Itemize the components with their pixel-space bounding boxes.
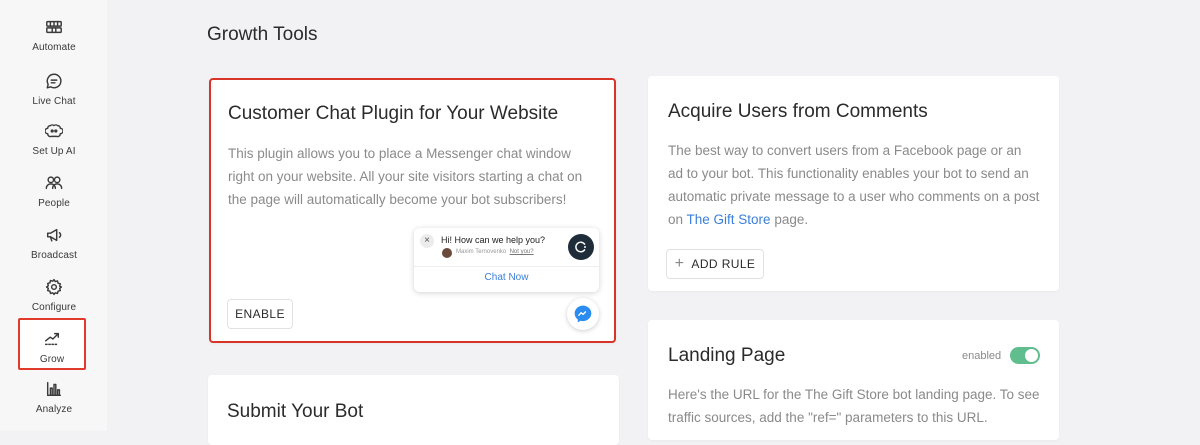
sidebar-item-label: Live Chat: [32, 96, 76, 107]
page-title: Growth Tools: [207, 24, 318, 45]
messenger-logo: [574, 305, 592, 323]
card-title: Submit Your Bot: [227, 401, 364, 422]
sidebar-item-label: Automate: [32, 42, 76, 53]
sidebar-item-automate[interactable]: Automate: [20, 18, 88, 66]
card-title: Customer Chat Plugin for Your Website: [228, 103, 559, 124]
ai-brain-icon: [45, 124, 63, 138]
chat-bubble-icon: [46, 73, 62, 89]
card-description: The best way to convert users from a Fac…: [668, 139, 1040, 231]
card-description: This plugin allows you to place a Messen…: [228, 146, 583, 207]
plus-icon: +: [674, 255, 685, 272]
sidebar-item-label: Broadcast: [31, 250, 77, 261]
gear-icon: [45, 278, 63, 296]
sidebar-item-label: Configure: [31, 302, 77, 313]
chat-widget-preview: × Hi! How can we help you? Maxim Ternove…: [414, 228, 599, 292]
close-icon: ×: [420, 234, 434, 248]
chat-greeting: Hi! How can we help you?: [441, 235, 546, 245]
card-title: Landing Page: [668, 345, 786, 366]
avatar: [442, 248, 452, 258]
sidebar-item-label: Set Up AI: [32, 146, 76, 157]
people-icon: [45, 176, 63, 190]
agent-name: Maxim Ternovenko: [456, 249, 507, 255]
acquire-users-card: Acquire Users from Comments The best way…: [648, 76, 1059, 291]
sidebar-item-label: Grow: [39, 354, 65, 365]
sidebar-item-label: Analyze: [35, 404, 73, 415]
enable-button[interactable]: ENABLE: [227, 299, 293, 329]
sidebar-item-broadcast[interactable]: Broadcast: [20, 226, 88, 274]
chat-agent-meta: Maxim Ternovenko Not you?: [456, 249, 534, 255]
sidebar: Automate Live Chat Set Up AI People Broa…: [0, 0, 107, 431]
sidebar-item-people[interactable]: People: [20, 174, 88, 222]
sidebar-item-grow[interactable]: Grow: [18, 318, 86, 370]
submit-bot-card: Submit Your Bot: [208, 375, 619, 445]
messenger-icon: [567, 298, 599, 330]
sidebar-item-analyze[interactable]: Analyze: [20, 380, 88, 428]
grow-chart-icon: [44, 332, 60, 346]
sidebar-item-label: People: [38, 198, 70, 209]
enabled-toggle[interactable]: [1010, 347, 1040, 364]
page-link[interactable]: The Gift Store: [687, 212, 771, 227]
automate-icon: [46, 20, 62, 34]
brand-logo-icon: [568, 234, 594, 260]
toggle-label: enabled: [962, 350, 1002, 362]
chat-now-link: Chat Now: [484, 272, 529, 283]
toggle-knob: [1025, 349, 1038, 362]
not-you-link: Not you?: [509, 249, 534, 255]
card-description: Here's the URL for the The Gift Store bo…: [668, 387, 1040, 425]
description-text-end: page.: [770, 212, 809, 227]
sidebar-item-set-up-ai[interactable]: Set Up AI: [20, 122, 88, 170]
megaphone-icon: [46, 228, 62, 242]
brand-mark: [575, 241, 586, 253]
add-rule-label: ADD RULE: [691, 257, 756, 271]
landing-page-card: Landing Page enabled Here's the URL for …: [648, 320, 1059, 440]
add-rule-button[interactable]: + ADD RULE: [666, 249, 764, 279]
bar-chart-icon: [46, 381, 62, 397]
card-title: Acquire Users from Comments: [668, 101, 928, 122]
sidebar-item-live-chat[interactable]: Live Chat: [20, 72, 88, 120]
divider: [414, 266, 599, 267]
chat-plugin-card: Customer Chat Plugin for Your Website Th…: [209, 78, 616, 343]
